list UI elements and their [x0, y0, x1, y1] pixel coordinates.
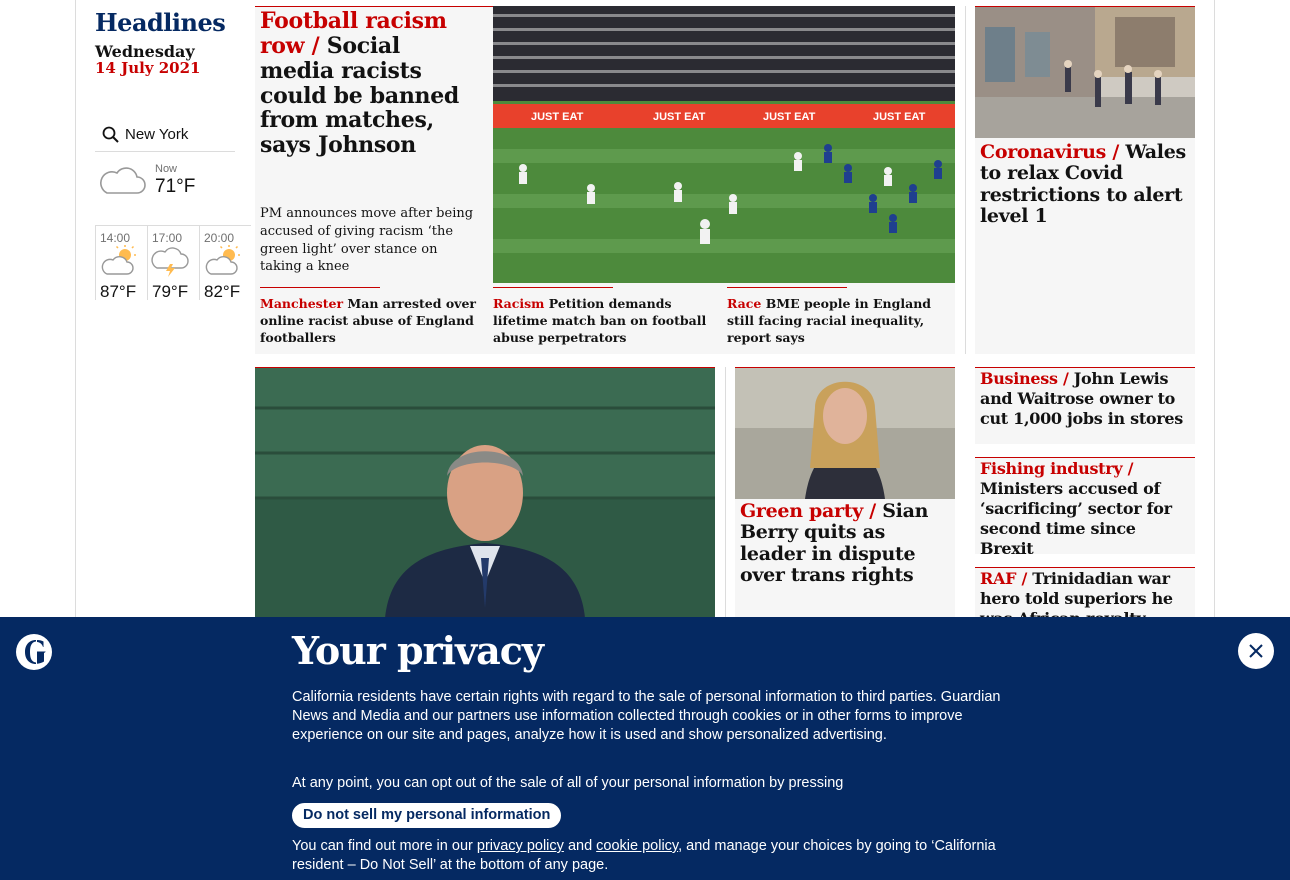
- svg-text:JUST EAT: JUST EAT: [653, 111, 706, 123]
- covid-image-street-shoppers: [975, 7, 1195, 138]
- privacy-para3-b: and: [567, 838, 593, 854]
- sublink-kicker: Manchester: [260, 296, 344, 311]
- sublink-divider: [493, 287, 613, 288]
- covid-headline[interactable]: Coronavirus / Wales to relax Covid restr…: [980, 141, 1192, 228]
- fishing-kicker: Fishing industry /: [980, 459, 1134, 478]
- lead-sublink[interactable]: Manchester Man arrested over online raci…: [260, 287, 480, 347]
- green-party-story-card[interactable]: Green party / Sian Berry quits as leader…: [735, 367, 955, 617]
- section-title: Headlines: [95, 8, 226, 37]
- fishing-headline[interactable]: Fishing industry / Ministers accused of …: [980, 459, 1192, 559]
- privacy-paragraph-2: At any point, you can opt out of the sal…: [292, 775, 844, 791]
- brexit-story-card[interactable]: [255, 367, 715, 618]
- privacy-banner: Your privacy California residents have c…: [0, 617, 1290, 880]
- weather-location-name: New York: [125, 126, 189, 143]
- close-icon: [1249, 644, 1263, 658]
- guardian-logo-icon: [16, 634, 52, 670]
- covid-kicker: Coronavirus /: [980, 141, 1120, 163]
- search-icon: [102, 126, 119, 143]
- lead-sublink[interactable]: Race BME people in England still facing …: [727, 287, 949, 347]
- svg-text:JUST EAT: JUST EAT: [763, 111, 816, 123]
- green-party-headline[interactable]: Green party / Sian Berry quits as leader…: [740, 500, 952, 587]
- column-divider: [965, 6, 966, 354]
- lead-sublink[interactable]: Racism Petition demands lifetime match b…: [493, 287, 715, 347]
- forecast-slot: 20:00 82°F: [199, 225, 251, 301]
- weather-now-label: Now: [155, 163, 178, 175]
- cookie-policy-link[interactable]: cookie policy: [596, 838, 678, 854]
- forecast-slot: 14:00 87°F: [95, 225, 147, 301]
- raf-story-card[interactable]: RAF / Trinidadian war hero told superior…: [975, 567, 1195, 617]
- do-not-sell-button[interactable]: Do not sell my personal information: [292, 803, 562, 828]
- weather-location[interactable]: New York: [95, 118, 235, 152]
- sublink-divider: [727, 287, 847, 288]
- business-headline[interactable]: Business / John Lewis and Waitrose owner…: [980, 369, 1192, 429]
- privacy-paragraph-1: California residents have certain rights…: [292, 689, 1001, 743]
- forecast-temp: 82°F: [204, 282, 241, 301]
- raf-kicker: RAF /: [980, 569, 1027, 588]
- sublink-kicker: Race: [727, 296, 762, 311]
- forecast-time: 17:00: [152, 231, 183, 245]
- privacy-policy-link[interactable]: privacy policy: [477, 838, 564, 854]
- fishing-headline-text: Ministers accused of ‘sacrificing’ secto…: [980, 479, 1172, 558]
- business-kicker: Business /: [980, 369, 1069, 388]
- column-divider: [725, 367, 726, 617]
- lead-image-football-players-kneeling[interactable]: JUST EAT JUST EAT JUST EAT JUST EAT: [493, 6, 955, 283]
- forecast-temp: 79°F: [152, 282, 189, 301]
- forecast-time: 20:00: [204, 231, 235, 245]
- forecast-temp: 87°F: [100, 282, 137, 301]
- story-image-minister-at-despatch-box: [255, 368, 715, 618]
- weather-now-temp: 71°F: [155, 176, 196, 197]
- thunderstorm-icon: [151, 247, 189, 277]
- privacy-para3-a: You can find out more in our: [292, 838, 473, 854]
- fishing-story-card[interactable]: Fishing industry / Ministers accused of …: [975, 457, 1195, 558]
- sublink-divider: [260, 287, 380, 288]
- sublink-kicker: Racism: [493, 296, 545, 311]
- privacy-paragraph-3: You can find out more in our privacy pol…: [292, 837, 1002, 875]
- story-image-sian-berry-portrait: [735, 368, 955, 499]
- raf-headline[interactable]: RAF / Trinidadian war hero told superior…: [980, 569, 1192, 617]
- business-story-card[interactable]: Business / John Lewis and Waitrose owner…: [975, 367, 1195, 444]
- partly-sunny-icon: [101, 245, 136, 275]
- partly-sunny-icon: [205, 245, 240, 275]
- date-full: 14 July 2021: [95, 59, 201, 77]
- green-party-kicker: Green party /: [740, 500, 876, 522]
- close-banner-button[interactable]: [1238, 633, 1274, 669]
- svg-text:JUST EAT: JUST EAT: [873, 111, 926, 123]
- lead-standfirst: PM announces move after being accused of…: [260, 206, 474, 275]
- covid-story-card[interactable]: Coronavirus / Wales to relax Covid restr…: [975, 6, 1195, 354]
- lead-headline[interactable]: Football racism row / Social media racis…: [260, 9, 475, 158]
- cloud-icon: [100, 167, 146, 194]
- svg-text:JUST EAT: JUST EAT: [531, 111, 584, 123]
- forecast-slot: 17:00 79°F: [147, 225, 199, 301]
- forecast-time: 14:00: [100, 231, 131, 245]
- privacy-title: Your privacy: [292, 628, 544, 673]
